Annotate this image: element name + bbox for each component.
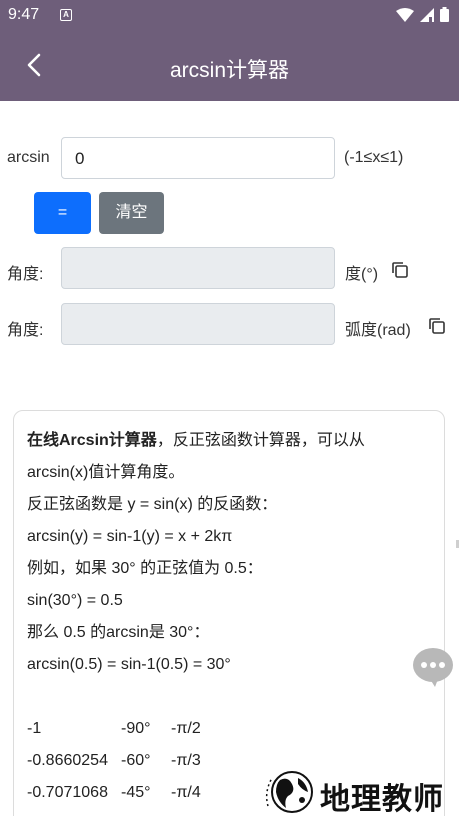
arcsin-input[interactable]: 0	[61, 137, 335, 179]
intro-line: 在线Arcsin计算器，反正弦函数计算器，可以从	[27, 425, 431, 457]
table-cell-x: -0.8660254	[27, 752, 108, 769]
wifi-icon	[396, 7, 414, 22]
desc-line: 例如，如果 30° 的正弦值为 0.5：	[27, 560, 263, 577]
desc-line: 那么 0.5 的arcsin是 30°：	[27, 624, 210, 641]
globe-logo-icon	[265, 771, 313, 813]
desc-line: arcsin(0.5) = sin-1(0.5) = 30°	[27, 656, 231, 673]
signal-icon	[420, 7, 434, 22]
table-cell-rad: -π/4	[171, 784, 201, 801]
watermark: 地理教师	[262, 766, 459, 816]
desc-line: sin(30°) = 0.5	[27, 592, 123, 609]
battery-icon	[440, 7, 449, 22]
radian-output[interactable]	[61, 303, 335, 345]
arcsin-label: arcsin	[7, 149, 50, 166]
table-cell-deg: -90°	[121, 720, 151, 737]
radian-unit: 弧度(rad)	[345, 322, 411, 339]
chat-bubble-icon[interactable]	[412, 646, 454, 688]
status-time: 9:47	[8, 6, 40, 23]
clear-button[interactable]: 清空	[99, 192, 164, 234]
table-cell-rad: -π/3	[171, 752, 201, 769]
degree-output[interactable]	[61, 247, 335, 289]
intro-bold: 在线Arcsin计算器	[27, 432, 157, 449]
table-row: -1 -90° -π/2	[27, 713, 431, 745]
description-card: 在线Arcsin计算器，反正弦函数计算器，可以从 arcsin(x)值计算角度。…	[13, 410, 445, 816]
table-cell-x: -1	[27, 720, 42, 737]
notification-icon: A	[60, 9, 72, 21]
degree-label: 角度:	[7, 266, 44, 283]
page-title: arcsin计算器	[169, 59, 290, 82]
app-bar: arcsin计算器	[0, 30, 459, 101]
copy-degree-icon[interactable]	[391, 261, 409, 279]
watermark-text: 地理教师	[320, 782, 444, 816]
calculate-button[interactable]: =	[34, 192, 91, 234]
table-cell-x: -0.7071068	[27, 784, 108, 801]
desc-line: arcsin(x)值计算角度。	[27, 464, 185, 481]
radian-label: 角度:	[7, 322, 44, 339]
system-icons	[396, 7, 449, 22]
degree-unit: 度(°)	[345, 266, 379, 283]
desc-line: 反正弦函数是 y = sin(x) 的反函数：	[27, 496, 278, 513]
status-bar: 9:47 A	[0, 0, 459, 30]
range-hint: (-1≤x≤1)	[344, 149, 404, 166]
table-cell-rad: -π/2	[171, 720, 201, 737]
desc-line: arcsin(y) = sin-1(y) = x + 2kπ	[27, 528, 233, 545]
table-cell-deg: -60°	[121, 752, 151, 769]
intro-rest: ，反正弦函数计算器，可以从	[156, 432, 365, 449]
copy-radian-icon[interactable]	[428, 317, 446, 335]
table-cell-deg: -45°	[121, 784, 151, 801]
